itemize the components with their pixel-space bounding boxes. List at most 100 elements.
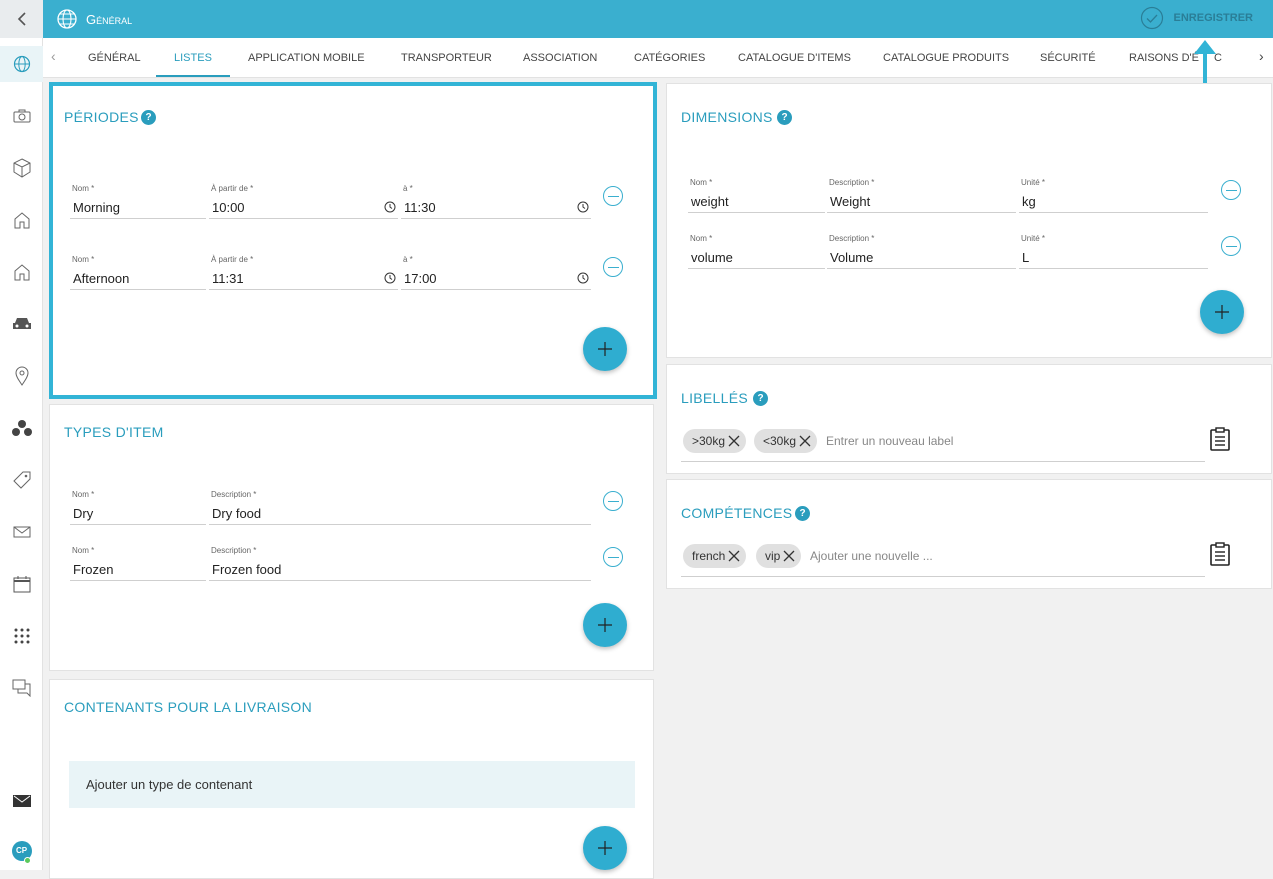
- field-label: Nom *: [72, 490, 95, 499]
- close-icon[interactable]: [783, 550, 795, 562]
- input-underline: [681, 461, 1205, 462]
- types-item-title: TYPES D'ITEM: [64, 424, 164, 440]
- tab-transporteur[interactable]: TRANSPORTEUR: [401, 38, 492, 77]
- type-name-field[interactable]: Nom * Frozen: [70, 546, 206, 581]
- help-icon[interactable]: ?: [777, 110, 792, 125]
- sidebar-item-tags[interactable]: [0, 462, 43, 498]
- label-chip[interactable]: <30kg: [754, 429, 818, 453]
- close-icon[interactable]: [728, 550, 740, 562]
- tab-association[interactable]: ASSOCIATION: [523, 38, 597, 77]
- skill-chip[interactable]: french: [683, 544, 747, 568]
- contenants-card: CONTENANTS POUR LA LIVRAISON Ajouter un …: [49, 679, 654, 879]
- sidebar-item-network[interactable]: [0, 410, 43, 446]
- dimension-name-field[interactable]: Nom * volume: [688, 234, 825, 269]
- chip-text: vip: [765, 549, 781, 563]
- tab-catalogue-items[interactable]: CATALOGUE D'ITEMS: [738, 38, 851, 77]
- remove-row-button[interactable]: [603, 491, 623, 511]
- tab-listes[interactable]: LISTES: [156, 38, 230, 77]
- help-icon[interactable]: ?: [795, 506, 810, 521]
- help-icon[interactable]: ?: [753, 391, 768, 406]
- field-label: Unité *: [1021, 178, 1046, 187]
- tabs-scroll-left-icon[interactable]: ‹: [51, 48, 56, 64]
- check-circle-icon: [1140, 6, 1163, 30]
- dimension-description-field[interactable]: Description * Volume: [827, 234, 1016, 269]
- field-value: kg: [1022, 194, 1036, 209]
- add-dimension-button[interactable]: [1200, 290, 1244, 334]
- clipboard-icon[interactable]: [1210, 427, 1230, 451]
- type-name-field[interactable]: Nom * Dry: [70, 490, 206, 525]
- tab-catalogue-produits[interactable]: CATALOGUE PRODUITS: [883, 38, 1009, 77]
- home-icon: [14, 264, 29, 281]
- input-underline: [681, 576, 1205, 577]
- page-title: Général: [86, 11, 133, 27]
- save-button[interactable]: ENREGISTRER: [1140, 6, 1253, 30]
- clipboard-icon[interactable]: [1210, 542, 1230, 566]
- back-button[interactable]: [0, 0, 43, 38]
- sidebar-item-vehicles[interactable]: [0, 306, 43, 342]
- type-description-field[interactable]: Description * Dry food: [209, 490, 591, 525]
- sidebar-item-mail[interactable]: [0, 514, 43, 550]
- globe-icon: [57, 9, 77, 29]
- dimension-name-field[interactable]: Nom * weight: [688, 178, 825, 213]
- avatar[interactable]: CP: [0, 833, 43, 869]
- plus-icon: [598, 618, 612, 632]
- field-label: Nom *: [690, 234, 713, 243]
- sidebar-item-warehouse[interactable]: [0, 202, 43, 238]
- new-skill-input[interactable]: Ajouter une nouvelle ...: [810, 549, 933, 563]
- sidebar-item-apps[interactable]: [0, 618, 43, 654]
- map-pin-icon: [14, 366, 29, 386]
- calendar-icon: [13, 576, 30, 593]
- sidebar-item-chat[interactable]: [0, 670, 43, 706]
- field-label: Nom *: [690, 178, 713, 187]
- types-item-card: TYPES D'ITEM Nom * Dry Description * Dry…: [49, 404, 654, 671]
- tab-categories[interactable]: CATÉGORIES: [634, 38, 705, 77]
- field-label: Description *: [211, 490, 257, 499]
- label-chip[interactable]: >30kg: [683, 429, 747, 453]
- libelles-title: LIBELLÉS: [681, 390, 748, 406]
- tabs-scroll-right-icon[interactable]: ›: [1259, 48, 1264, 64]
- libelles-card: LIBELLÉS ? >30kg <30kg Entrer un nouveau…: [666, 364, 1272, 474]
- sidebar-item-locations[interactable]: [0, 358, 43, 394]
- type-description-field[interactable]: Description * Frozen food: [209, 546, 591, 581]
- sidebar-item-box[interactable]: [0, 150, 43, 186]
- sidebar-item-calendar[interactable]: [0, 566, 43, 602]
- add-type-button[interactable]: [583, 603, 627, 647]
- add-contenant-placeholder[interactable]: Ajouter un type de contenant: [69, 761, 635, 808]
- sidebar-item-messages[interactable]: [0, 783, 43, 819]
- skill-chip[interactable]: vip: [756, 544, 802, 568]
- field-value: Dry food: [212, 506, 262, 521]
- sidebar-item-general[interactable]: [0, 46, 43, 82]
- close-icon[interactable]: [799, 435, 811, 447]
- top-bar: Général ENREGISTRER: [0, 0, 1273, 38]
- field-value: Frozen food: [212, 562, 282, 577]
- dimension-unit-field[interactable]: Unité * L: [1019, 234, 1208, 269]
- tab-application-mobile[interactable]: APPLICATION MOBILE: [248, 38, 365, 77]
- field-value: weight: [691, 194, 729, 209]
- car-icon: [12, 318, 31, 329]
- remove-row-button[interactable]: [1221, 180, 1241, 200]
- remove-row-button[interactable]: [1221, 236, 1241, 256]
- sidebar-item-depot[interactable]: [0, 254, 43, 290]
- dimension-description-field[interactable]: Description * Weight: [827, 178, 1016, 213]
- remove-row-button[interactable]: [603, 547, 623, 567]
- sidebar-item-camera[interactable]: [0, 98, 43, 134]
- tab-securite[interactable]: SÉCURITÉ: [1040, 38, 1096, 77]
- box-icon: [13, 158, 30, 178]
- chat-icon: [12, 679, 30, 697]
- dimensions-card: DIMENSIONS ? Nom * weight Description * …: [666, 83, 1272, 358]
- new-label-input[interactable]: Entrer un nouveau label: [826, 434, 953, 448]
- globe-icon: [13, 55, 30, 73]
- dimension-unit-field[interactable]: Unité * kg: [1019, 178, 1208, 213]
- tag-icon: [12, 471, 30, 489]
- tab-general[interactable]: GÉNÉRAL: [88, 38, 141, 77]
- sidebar: CP: [0, 38, 43, 870]
- close-icon[interactable]: [728, 435, 740, 447]
- highlight-box: [49, 82, 657, 399]
- add-contenant-button[interactable]: [583, 826, 627, 870]
- tab-bar: ‹ GÉNÉRAL LISTES APPLICATION MOBILE TRAN…: [43, 38, 1273, 78]
- field-value: Frozen: [73, 562, 114, 577]
- camera-icon: [13, 109, 30, 123]
- envelope-icon: [12, 795, 31, 807]
- home-icon: [14, 212, 29, 229]
- contenants-title: CONTENANTS POUR LA LIVRAISON: [64, 699, 313, 715]
